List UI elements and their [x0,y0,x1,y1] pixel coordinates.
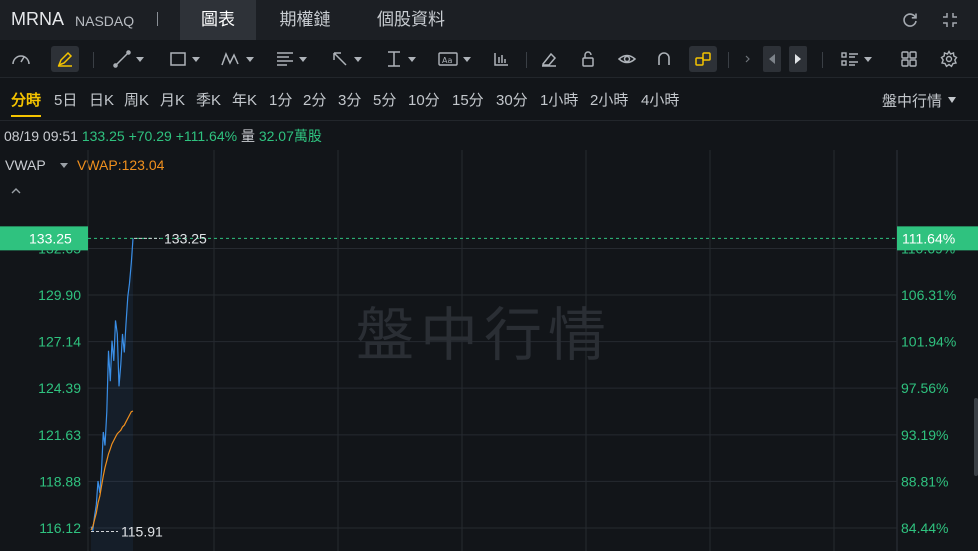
arrow-tool-icon[interactable] [330,46,362,72]
pattern-tool-icon[interactable] [220,46,254,72]
session-select[interactable]: 盤中行情 [882,90,942,111]
unlock-icon[interactable] [579,46,597,72]
period-year[interactable]: 年K [232,89,257,110]
price-chart[interactable]: 盤中行情132.65110.69%129.90106.31%127.14101.… [0,150,978,551]
y-tick-label-left: 129.90 [38,287,81,303]
step-back-icon[interactable] [763,46,781,72]
y-tick-label-left: 121.63 [38,427,81,443]
period-30min[interactable]: 30分 [496,89,528,110]
quote-change-pct: +111.64% [175,128,238,144]
period-day[interactable]: 日K [89,89,114,110]
ticker-symbol: MRNA [11,9,64,29]
exchange-name: NASDAQ [75,13,135,29]
grid-icon[interactable] [900,46,918,72]
quote-volume: 32.07萬股 [258,128,322,144]
current-pct-label: 111.64% [902,230,955,246]
period-week[interactable]: 周K [124,89,149,110]
gauge-icon[interactable] [10,46,32,72]
tab-options-chain[interactable]: 期權鏈 [262,0,348,40]
drawing-toolbar: Aa [0,40,978,78]
period-1min[interactable]: 1分 [269,89,292,110]
y-tick-label-left: 124.39 [38,380,81,396]
text-tool-icon[interactable]: Aa [437,46,471,72]
watermark-text: 盤中行情 [356,301,612,369]
link-icon[interactable] [689,46,717,72]
eraser-icon[interactable] [540,46,558,72]
period-10min[interactable]: 10分 [408,89,440,110]
y-tick-label-right: 88.81% [901,473,948,489]
header-bar: MRNA NASDAQ 圖表 期權鏈 個股資料 [0,0,978,40]
quote-datetime: 08/19 09:51 [4,128,78,144]
toolbar-divider [526,52,527,68]
current-price-label: 133.25 [29,230,72,246]
svg-text:Aa: Aa [442,56,452,65]
y-tick-label-right: 97.56% [901,380,948,396]
y-tick-label-left: 127.14 [38,334,81,350]
line-tool-icon[interactable] [112,46,144,72]
eye-icon[interactable] [617,46,637,72]
high-marker-label: 133.25 [164,230,207,246]
cursor-icon[interactable] [744,46,752,72]
period-5min[interactable]: 5分 [373,89,396,110]
toolbar-divider [822,52,823,68]
pen-icon[interactable] [51,46,79,72]
rectangle-tool-icon[interactable] [168,46,200,72]
step-forward-icon[interactable] [789,46,807,72]
refresh-icon[interactable] [900,10,920,30]
quote-info-line: 08/19 09:51 133.25 +70.29 +111.64% 量 32.… [4,126,322,146]
period-intraday[interactable]: 分時 [11,89,42,117]
period-3min[interactable]: 3分 [338,89,361,110]
period-bar: 分時 5日 日K 周K 月K 季K 年K 1分 2分 3分 5分 10分 15分… [0,79,978,121]
settings-icon[interactable] [940,46,958,72]
tab-stock-profile[interactable]: 個股資料 [358,0,464,40]
y-tick-label-right: 93.19% [901,427,948,443]
y-tick-label-right: 84.44% [901,520,948,536]
period-4hour[interactable]: 4小時 [641,89,679,110]
volume-label: 量 [240,128,255,144]
chart-scrollbar[interactable] [974,398,978,476]
indicator-icon[interactable] [492,46,510,72]
toolbar-divider [93,52,94,68]
y-tick-label-left: 118.88 [39,473,81,489]
period-month[interactable]: 月K [160,89,185,110]
magnet-icon[interactable] [655,46,673,72]
fibonacci-tool-icon[interactable] [275,46,307,72]
tab-chart[interactable]: 圖表 [180,0,256,40]
fullscreen-icon[interactable] [940,10,960,30]
chevron-down-icon[interactable] [948,97,956,103]
period-5day[interactable]: 5日 [54,89,77,110]
header-divider [157,12,158,26]
layout-icon[interactable] [840,46,872,72]
quote-change: +70.29 [128,128,172,144]
low-marker-label: 115.91 [121,524,163,540]
period-15min[interactable]: 15分 [452,89,484,110]
y-tick-label-right: 106.31% [901,287,956,303]
y-tick-label-right: 101.94% [901,334,956,350]
quote-price: 133.25 [81,128,125,144]
measure-tool-icon[interactable] [384,46,416,72]
period-2hour[interactable]: 2小時 [590,89,628,110]
toolbar-divider [728,52,729,68]
y-tick-label-left: 116.12 [39,520,81,536]
period-1hour[interactable]: 1小時 [540,89,578,110]
period-2min[interactable]: 2分 [303,89,326,110]
period-quarter[interactable]: 季K [196,89,221,110]
